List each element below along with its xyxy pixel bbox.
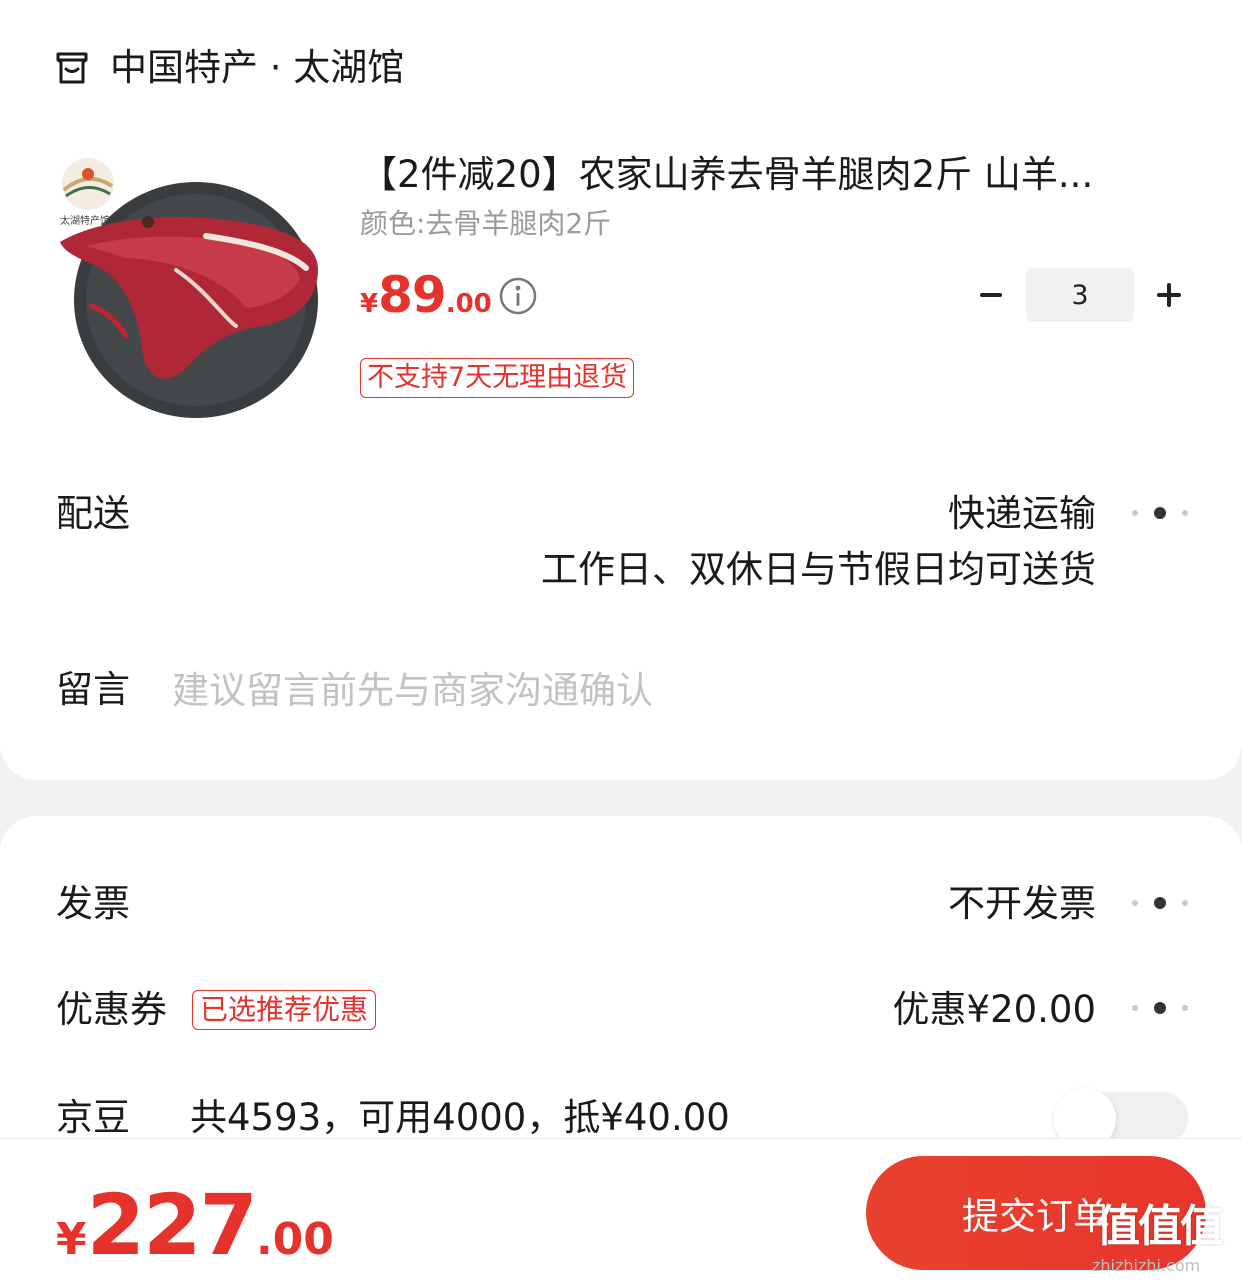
- invoice-more-icon[interactable]: [1132, 893, 1188, 913]
- coupon-recommended-badge: 已选推荐优惠: [192, 990, 377, 1030]
- price-decimal: .00: [445, 289, 492, 319]
- watermark-url: zhizhizhi.com: [1092, 1256, 1201, 1275]
- invoice-label: 发票: [56, 882, 130, 925]
- product-spec[interactable]: 颜色:去骨羊腿肉2斤: [360, 204, 611, 244]
- delivery-method[interactable]: 快递运输: [948, 490, 1096, 538]
- quantity-increase-button[interactable]: [1146, 272, 1192, 318]
- order-total: ¥ 227 .00: [56, 1176, 334, 1274]
- total-integer: 227: [86, 1176, 258, 1274]
- shop-icon[interactable]: [52, 48, 92, 88]
- coupon-label: 优惠券: [56, 988, 167, 1031]
- product-image[interactable]: 太湖特产馆: [56, 150, 324, 418]
- delivery-schedule[interactable]: 工作日、双休日与节假日均可送货: [541, 546, 1096, 594]
- delivery-label: 配送: [56, 492, 130, 535]
- jd-beans-label: 京豆: [56, 1096, 130, 1139]
- shop-name[interactable]: 中国特产 · 太湖馆: [110, 44, 404, 92]
- total-currency: ¥: [56, 1214, 87, 1265]
- note-input[interactable]: [172, 660, 1152, 720]
- jd-beans-toggle[interactable]: [1054, 1088, 1188, 1150]
- coupon-value[interactable]: 优惠¥20.00: [893, 986, 1096, 1034]
- invoice-value[interactable]: 不开发票: [948, 880, 1096, 928]
- quantity-decrease-button[interactable]: [968, 272, 1014, 318]
- price-integer: 89: [378, 266, 447, 324]
- delivery-more-icon[interactable]: [1132, 503, 1188, 523]
- return-policy-badge: 不支持7天无理由退货: [360, 358, 635, 398]
- minus-icon: [980, 293, 1002, 297]
- price-currency: ¥: [360, 289, 379, 319]
- product-title[interactable]: 【2件减20】农家山养去骨羊腿肉2斤 山羊...: [360, 150, 1170, 200]
- info-icon[interactable]: [498, 276, 538, 316]
- note-label: 留言: [56, 668, 130, 711]
- watermark-logo: 值值值: [1096, 1201, 1224, 1252]
- watermark: 值值值 zhizhizhi.com: [1090, 1184, 1236, 1284]
- coupon-more-icon[interactable]: [1132, 998, 1188, 1018]
- quantity-input[interactable]: [1026, 268, 1134, 322]
- product-image-label: 太湖特产馆: [60, 214, 110, 227]
- jd-beans-value: 共4593，可用4000，抵¥40.00: [190, 1096, 730, 1139]
- product-price: ¥ 89 .00: [360, 266, 492, 324]
- total-decimal: .00: [255, 1214, 334, 1265]
